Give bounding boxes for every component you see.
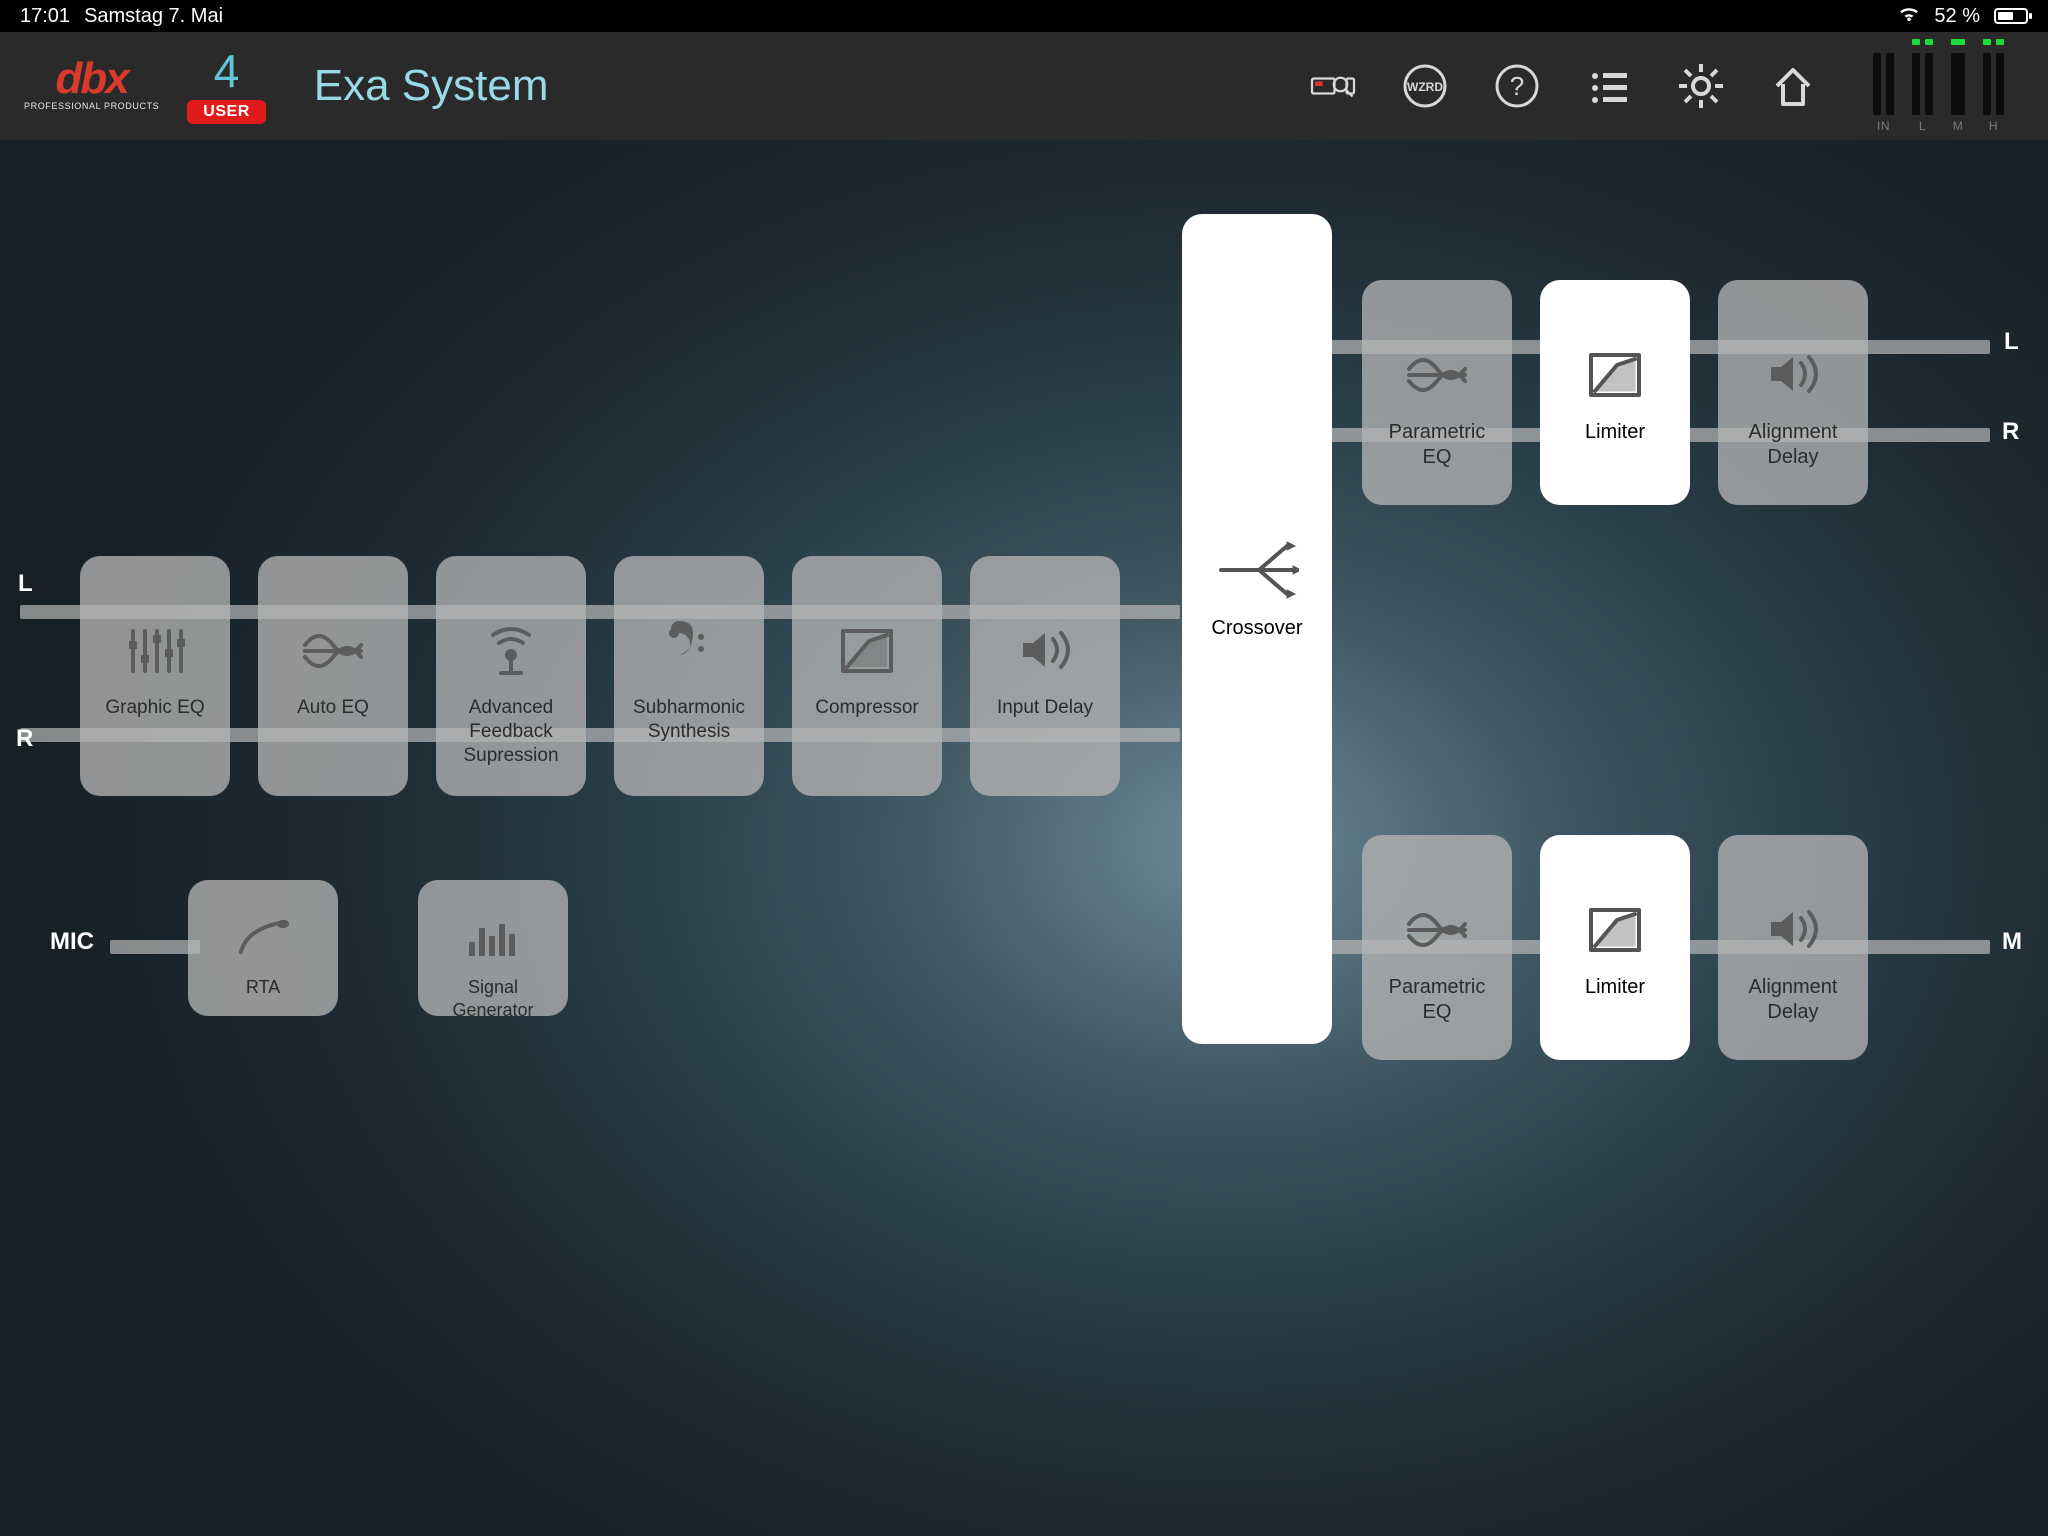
module-compressor[interactable]: Compressor bbox=[792, 556, 942, 796]
wizard-icon[interactable]: WZRD bbox=[1401, 62, 1449, 110]
label-input-r: R bbox=[16, 725, 33, 753]
meter-in: IN bbox=[1873, 53, 1894, 133]
module-subharmonic[interactable]: Subharmonic Synthesis bbox=[614, 556, 764, 796]
compressor-icon bbox=[835, 614, 899, 686]
list-icon[interactable] bbox=[1585, 62, 1633, 110]
bus-mic bbox=[110, 940, 200, 954]
label-input-l: L bbox=[18, 570, 33, 598]
module-input-delay[interactable]: Input Delay bbox=[970, 556, 1120, 796]
meter-h: H bbox=[1983, 39, 2004, 133]
module-crossover[interactable]: Crossover bbox=[1182, 214, 1332, 1044]
signal-flow-canvas: L R MIC L R M Graphic EQ Auto EQ Advance… bbox=[0, 140, 2048, 1536]
speaker-delay-icon bbox=[1013, 614, 1077, 686]
wave-icon bbox=[1405, 338, 1469, 410]
module-peq-top[interactable]: Parametric EQ bbox=[1362, 280, 1512, 505]
speaker-delay-icon bbox=[1761, 893, 1825, 965]
wave-icon bbox=[1405, 893, 1469, 965]
level-meters: IN L M H bbox=[1873, 39, 2004, 133]
sliders-icon bbox=[123, 614, 187, 686]
home-icon[interactable] bbox=[1769, 62, 1817, 110]
module-align-delay-bottom[interactable]: Alignment Delay bbox=[1718, 835, 1868, 1060]
module-feedback-supression[interactable]: Advanced Feedback Supression bbox=[436, 556, 586, 796]
speaker-delay-icon bbox=[1761, 338, 1825, 410]
battery-icon bbox=[1994, 8, 2028, 24]
label-out-r: R bbox=[2002, 418, 2019, 446]
limiter-icon bbox=[1583, 893, 1647, 965]
module-limiter-top[interactable]: Limiter bbox=[1540, 280, 1690, 505]
rta-mic-icon bbox=[231, 910, 295, 966]
settings-gear-icon[interactable] bbox=[1677, 62, 1725, 110]
logo-tagline: PROFESSIONAL PRODUCTS bbox=[24, 101, 159, 111]
label-out-l: L bbox=[2004, 328, 2019, 356]
wifi-icon bbox=[1898, 5, 1920, 28]
module-rta[interactable]: RTA bbox=[188, 880, 338, 1016]
signal-bars-icon bbox=[461, 910, 525, 966]
logo-text: dbx bbox=[56, 61, 128, 96]
help-icon[interactable]: ? bbox=[1493, 62, 1541, 110]
preset-number: 4 bbox=[214, 48, 240, 94]
bass-clef-icon bbox=[657, 614, 721, 686]
wave-icon bbox=[301, 614, 365, 686]
module-signal-generator[interactable]: Signal Generator bbox=[418, 880, 568, 1016]
module-graphic-eq[interactable]: Graphic EQ bbox=[80, 556, 230, 796]
crossover-split-icon bbox=[1215, 534, 1299, 606]
preset-type-badge: USER bbox=[187, 100, 265, 124]
system-title: Exa System bbox=[314, 61, 549, 111]
module-peq-bottom[interactable]: Parametric EQ bbox=[1362, 835, 1512, 1060]
config-search-icon[interactable] bbox=[1309, 62, 1357, 110]
module-limiter-bottom[interactable]: Limiter bbox=[1540, 835, 1690, 1060]
brand-logo: dbx PROFESSIONAL PRODUCTS bbox=[24, 61, 159, 110]
module-align-delay-top[interactable]: Alignment Delay bbox=[1718, 280, 1868, 505]
label-mic: MIC bbox=[50, 928, 94, 956]
battery-percent: 52 % bbox=[1934, 5, 1980, 28]
app-header: dbx PROFESSIONAL PRODUCTS 4 USER Exa Sys… bbox=[0, 32, 2048, 140]
svg-text:WZRD: WZRD bbox=[1407, 80, 1443, 94]
ios-status-bar: 17:01 Samstag 7. Mai 52 % bbox=[0, 0, 2048, 32]
preset-indicator[interactable]: 4 USER bbox=[187, 48, 265, 124]
label-out-m: M bbox=[2002, 928, 2022, 956]
feedback-icon bbox=[479, 614, 543, 686]
module-auto-eq[interactable]: Auto EQ bbox=[258, 556, 408, 796]
meter-m: M bbox=[1951, 39, 1965, 133]
status-time: 17:01 bbox=[20, 5, 70, 28]
meter-l: L bbox=[1912, 39, 1933, 133]
status-date: Samstag 7. Mai bbox=[84, 5, 223, 28]
svg-text:?: ? bbox=[1510, 71, 1524, 101]
limiter-icon bbox=[1583, 338, 1647, 410]
